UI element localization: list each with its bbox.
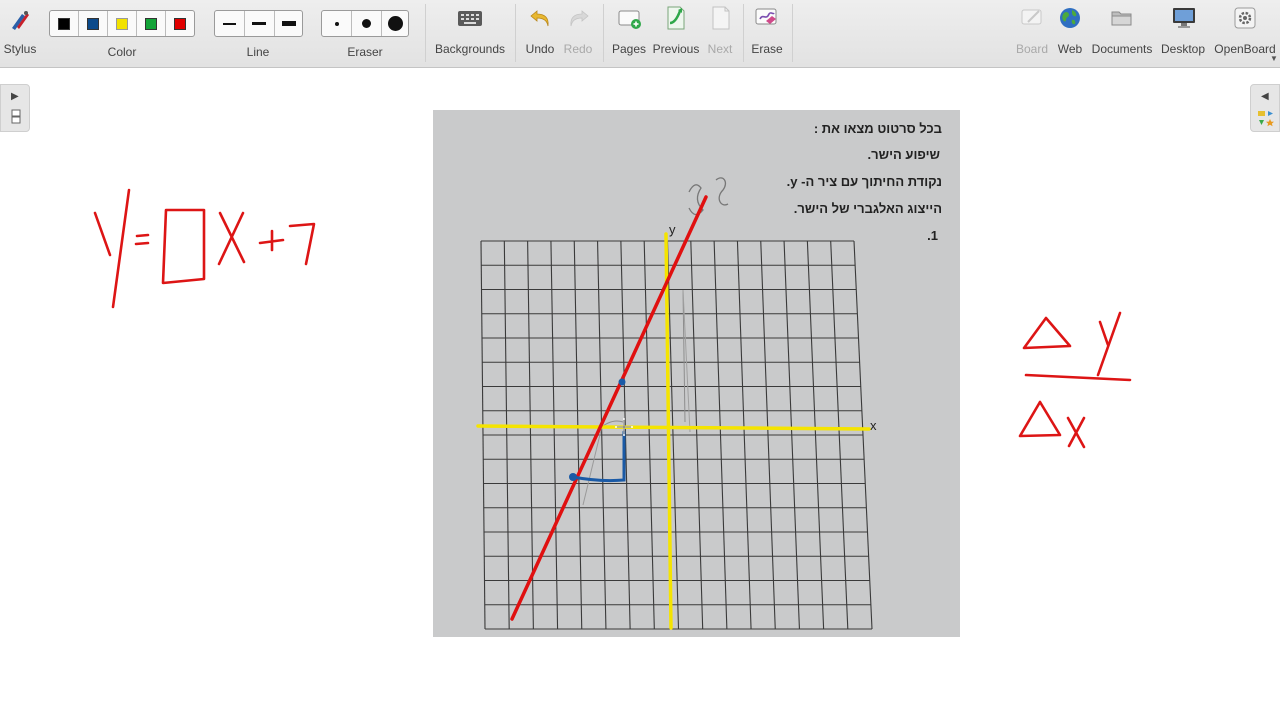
next-button[interactable]: Next [702,0,738,66]
eraser-label: Eraser [347,45,383,59]
worksheet-image[interactable]: בכל סרטוט מצאו את : שיפוע הישר. נקודת הח… [433,110,960,637]
expand-right-icon: ▶ [11,91,19,102]
board-icon [1021,9,1042,25]
erase-icon [755,8,777,25]
previous-label: Previous [652,42,700,56]
documents-button[interactable]: Documents [1090,0,1154,66]
right-palette-handle[interactable]: ◀ [1250,84,1280,132]
next-label: Next [707,42,733,56]
desktop-icon [1173,8,1195,28]
openboard-label: OpenBoard [1214,42,1276,56]
ink-slope-fraction[interactable] [1018,311,1132,449]
board-label: Board [1015,42,1049,56]
ink-point-upper[interactable] [618,378,626,386]
desktop-button[interactable]: Desktop [1158,0,1208,66]
board-button[interactable]: Board [1012,0,1052,66]
undo-button[interactable]: Undo [520,0,560,66]
desktop-label: Desktop [1160,42,1206,56]
documents-label: Documents [1091,42,1153,56]
eraser-medium[interactable] [352,11,381,36]
pages-stack-icon [11,109,21,124]
pages-button[interactable]: Pages [609,0,649,66]
expand-left-icon: ◀ [1261,91,1269,102]
left-palette-handle[interactable]: ▶ [0,84,30,132]
eraser-size-selector [321,10,409,37]
gear-icon [1234,7,1256,29]
y-axis-label: y [669,222,676,237]
stylus-button[interactable]: Stylus [0,0,40,66]
library-icon [1258,111,1274,127]
toolbar: Stylus Color Line Eraser Backgrounds Und… [0,0,1280,68]
undo-label: Undo [525,42,555,56]
globe-icon [1060,8,1080,28]
coordinate-grid: y x [480,177,877,630]
redo-button[interactable]: Redo [560,0,596,66]
color-black[interactable] [58,18,70,30]
chevron-down-icon[interactable]: ▼ [1270,54,1278,63]
web-label: Web [1057,42,1083,56]
previous-page-icon [667,6,685,30]
backgrounds-button[interactable]: Backgrounds [430,0,510,66]
ink-equation[interactable] [93,188,316,309]
openboard-button[interactable]: OpenBoard ▼ [1212,0,1278,66]
color-label: Color [107,45,137,59]
eraser-small[interactable] [322,11,351,36]
pages-label: Pages [611,42,647,56]
erase-label: Erase [751,42,783,56]
web-button[interactable]: Web [1052,0,1088,66]
ink-point-lower[interactable] [569,473,577,481]
undo-icon [530,10,549,27]
x-axis-label: x [870,418,877,433]
line-label: Line [246,45,270,59]
color-palette [49,10,195,37]
next-page-icon [712,6,730,30]
color-yellow[interactable] [116,18,128,30]
stylus-icon [12,11,29,30]
color-red[interactable] [174,18,186,30]
color-blue[interactable] [87,18,99,30]
line-thin[interactable] [215,11,244,36]
eraser-large[interactable] [382,11,409,36]
line-width-selector [214,10,303,37]
stylus-label: Stylus [3,42,37,56]
redo-label: Redo [563,42,593,56]
line-thick[interactable] [275,11,303,36]
add-page-icon [618,10,641,29]
backgrounds-label: Backgrounds [434,42,506,56]
line-medium[interactable] [245,11,274,36]
folder-icon [1111,11,1132,26]
keyboard-icon [458,11,482,26]
redo-icon [570,10,589,27]
erase-button[interactable]: Erase [747,0,787,66]
previous-button[interactable]: Previous [652,0,700,66]
color-green[interactable] [145,18,157,30]
